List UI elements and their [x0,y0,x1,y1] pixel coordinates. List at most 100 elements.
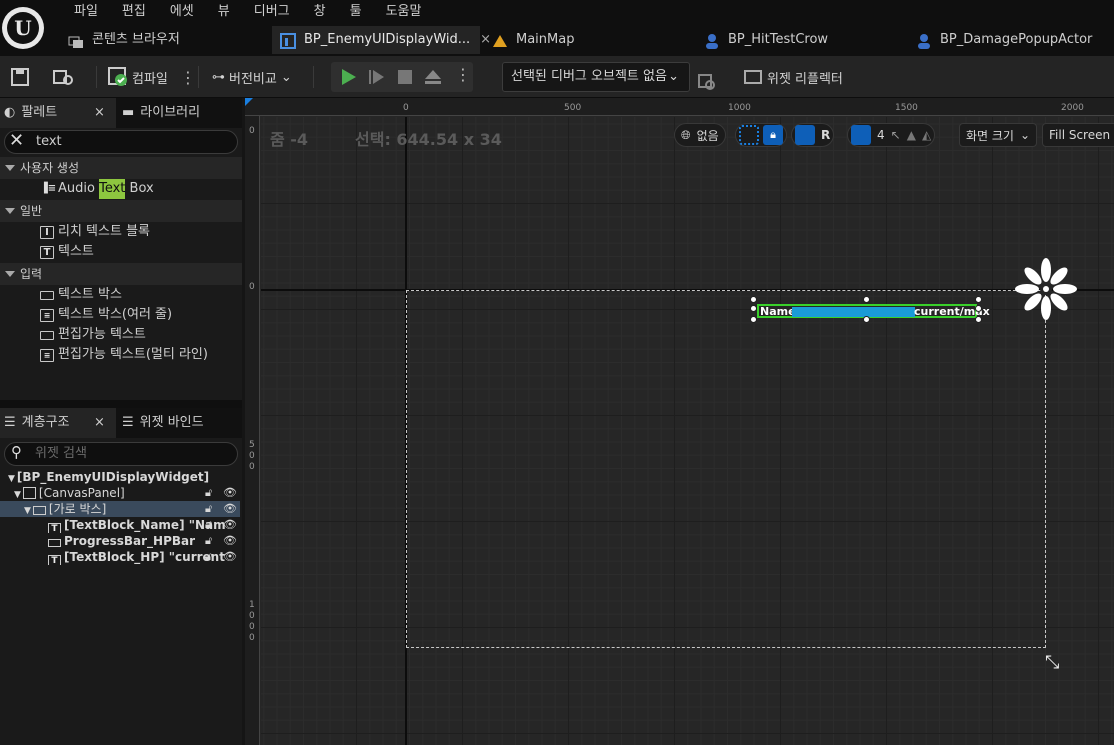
hierarchy-search-input[interactable]: ⚲ 위젯 검색 [4,442,238,466]
screen-size-dropdown[interactable]: 화면 크기 ⌄ [959,122,1038,148]
menu-debug[interactable]: 디버그 [242,2,302,22]
resize-handle[interactable] [750,296,757,303]
marquee-select-icon[interactable] [739,125,759,145]
select-lock-group: 🔒︎ [735,122,787,148]
palette-item-text-box[interactable]: 텍스트 박스 [40,285,122,305]
unreal-logo-icon[interactable]: U [2,7,44,49]
actor-icon [704,32,720,49]
category-user-created[interactable]: 사용자 생성 [0,157,242,179]
resize-handle[interactable] [863,316,870,323]
visibility-eye-icon[interactable]: 👁︎ [223,485,237,501]
palette-search-input[interactable]: ✕ text [4,130,238,154]
tab-library[interactable]: ▬ 라이브러리 [122,98,242,128]
designer-viewport[interactable]: 0 500 1000 1500 2000 0 0 5 0 0 1 0 0 0 줌… [245,98,1114,745]
separator [96,66,97,88]
close-icon[interactable]: × [94,98,105,128]
visibility-eye-icon[interactable]: 👁︎ [223,517,237,533]
tree-row-progress-bar[interactable]: ProgressBar_HPBar 🔓︎ 👁︎ [0,533,240,549]
tab-hit-test-crow[interactable]: BP_HitTestCrow [696,26,906,54]
text-icon: T [48,523,61,533]
triangle-icon[interactable]: ◭ [922,128,931,142]
compile-options-icon[interactable]: ⋮ [180,63,196,91]
panel-splitter[interactable] [0,400,242,408]
play-options-icon[interactable]: ⋮ [455,65,471,84]
grid-snap-value[interactable]: 4 [877,128,885,142]
palette-item-multiline-text-box[interactable]: ≡ 텍스트 박스(여러 줄) [40,305,172,325]
tree-row-canvas-panel[interactable]: ▼ [CanvasPanel] 🔓︎ 👁︎ [0,485,240,501]
ruler-label: 1000 [728,103,751,113]
widget-hp-progress-bar[interactable] [792,307,915,317]
r-toggle[interactable]: R [821,128,830,142]
pointer-icon[interactable]: ↖ [891,128,901,142]
lock-icon[interactable]: 🔓︎ [205,485,212,501]
palette-item-editable-text[interactable]: 편집가능 텍스트 [40,325,146,345]
browse-asset-icon[interactable] [52,63,76,91]
tab-damage-popup-actor[interactable]: BP_DamagePopupActor [908,26,1114,54]
play-icon[interactable] [340,67,358,90]
menu-window[interactable]: 창 [302,2,338,22]
resize-handle[interactable] [750,305,757,312]
fill-screen-dropdown[interactable]: Fill Screen [1042,122,1114,148]
screen-resize-icon[interactable]: ⤡ [1045,652,1059,673]
category-common[interactable]: 일반 [0,200,242,222]
resize-handle[interactable] [975,305,982,312]
tree-row-text-block-hp[interactable]: T [TextBlock_HP] "current 🔓︎ 👁︎ [0,549,240,565]
save-icon[interactable] [10,63,30,91]
lock-icon[interactable]: 🔓︎ [205,549,212,565]
menu-file[interactable]: 파일 [62,2,110,22]
step-icon[interactable] [368,67,386,90]
grid-snap-icon[interactable] [851,125,871,145]
ruler-label: 2000 [1061,103,1084,113]
tab-widget-blueprint[interactable]: BP_EnemyUIDisplayWid... × [272,26,491,54]
visibility-eye-icon[interactable]: 👁︎ [223,549,237,565]
ruler-label: 0 [403,103,409,113]
chevron-down-icon: ⌄ [280,69,292,85]
menu-help[interactable]: 도움말 [374,2,434,22]
clear-search-icon[interactable]: ✕ [9,130,24,152]
widget-name-text[interactable]: Name [760,305,796,318]
tab-content-browser[interactable]: 콘텐츠 브라우저 [60,26,260,54]
eject-icon[interactable] [424,68,442,89]
diff-button[interactable]: ⊶ 버전비교 ⌄ [212,63,292,91]
mountain-icon[interactable]: ▲ [907,128,916,142]
tab-hierarchy[interactable]: ☰ 계층구조 × [0,408,116,438]
compile-ok-icon [108,67,128,87]
close-icon[interactable]: × [94,408,105,438]
tab-palette[interactable]: ◐ 팔레트 × [0,98,116,128]
debug-find-icon[interactable] [698,68,716,96]
globe-icon: 🌐︎ [681,127,691,142]
palette-item-editable-multiline-text[interactable]: ≡ 편집가능 텍스트(멀티 라인) [40,345,208,365]
tree-row-text-block-name[interactable]: T [TextBlock_Name] "Nam 🔓︎ 👁︎ [0,517,240,533]
compile-button[interactable]: 컴파일 [108,63,168,91]
multiline-text-box-icon: ≡ [40,308,54,322]
menu-edit[interactable]: 편집 [110,2,158,22]
localization-preview[interactable]: 🌐︎ 없음 [674,122,726,148]
menu-asset[interactable]: 에셋 [158,2,206,22]
left-panels: ◐ 팔레트 × ▬ 라이브러리 ✕ text 사용자 생성 ▐≡ Audio T… [0,98,242,745]
debug-object-select[interactable]: 선택된 디버그 오브젝트 없음 ⌄ [502,62,690,92]
lock-icon[interactable]: 🔒︎ [763,125,783,145]
resize-handle[interactable] [863,296,870,303]
palette-item-audio-text-box[interactable]: ▐≡ Audio Text Box [40,179,154,199]
anchor-icon[interactable] [1015,258,1077,320]
resize-handle[interactable] [975,316,982,323]
stop-icon[interactable] [397,69,413,88]
tab-main-map[interactable]: MainMap [484,26,694,54]
lock-icon[interactable]: 🔓︎ [205,533,212,549]
tab-widget-bindings[interactable]: ☰ 위젯 바인드 [122,408,242,438]
respect-locks-icon[interactable] [795,125,815,145]
resize-handle[interactable] [975,296,982,303]
menu-view[interactable]: 뷰 [206,2,242,22]
tree-row-root[interactable]: ▼ [BP_EnemyUIDisplayWidget] [0,469,240,485]
lock-icon[interactable]: 🔓︎ [205,517,212,533]
lock-icon[interactable]: 🔓︎ [205,501,212,517]
palette-item-text[interactable]: T 텍스트 [40,242,94,262]
menu-tools[interactable]: 툴 [338,2,374,22]
widget-reflector-button[interactable]: 위젯 리플렉터 [744,63,843,91]
tree-row-horizontal-box[interactable]: ▼ [가로 박스] 🔓︎ 👁︎ [0,501,240,517]
category-input[interactable]: 입력 [0,263,242,285]
palette-item-rich-text-block[interactable]: I 리치 텍스트 블록 [40,222,150,242]
visibility-eye-icon[interactable]: 👁︎ [223,501,237,517]
resize-handle[interactable] [750,316,757,323]
visibility-eye-icon[interactable]: 👁︎ [223,533,237,549]
